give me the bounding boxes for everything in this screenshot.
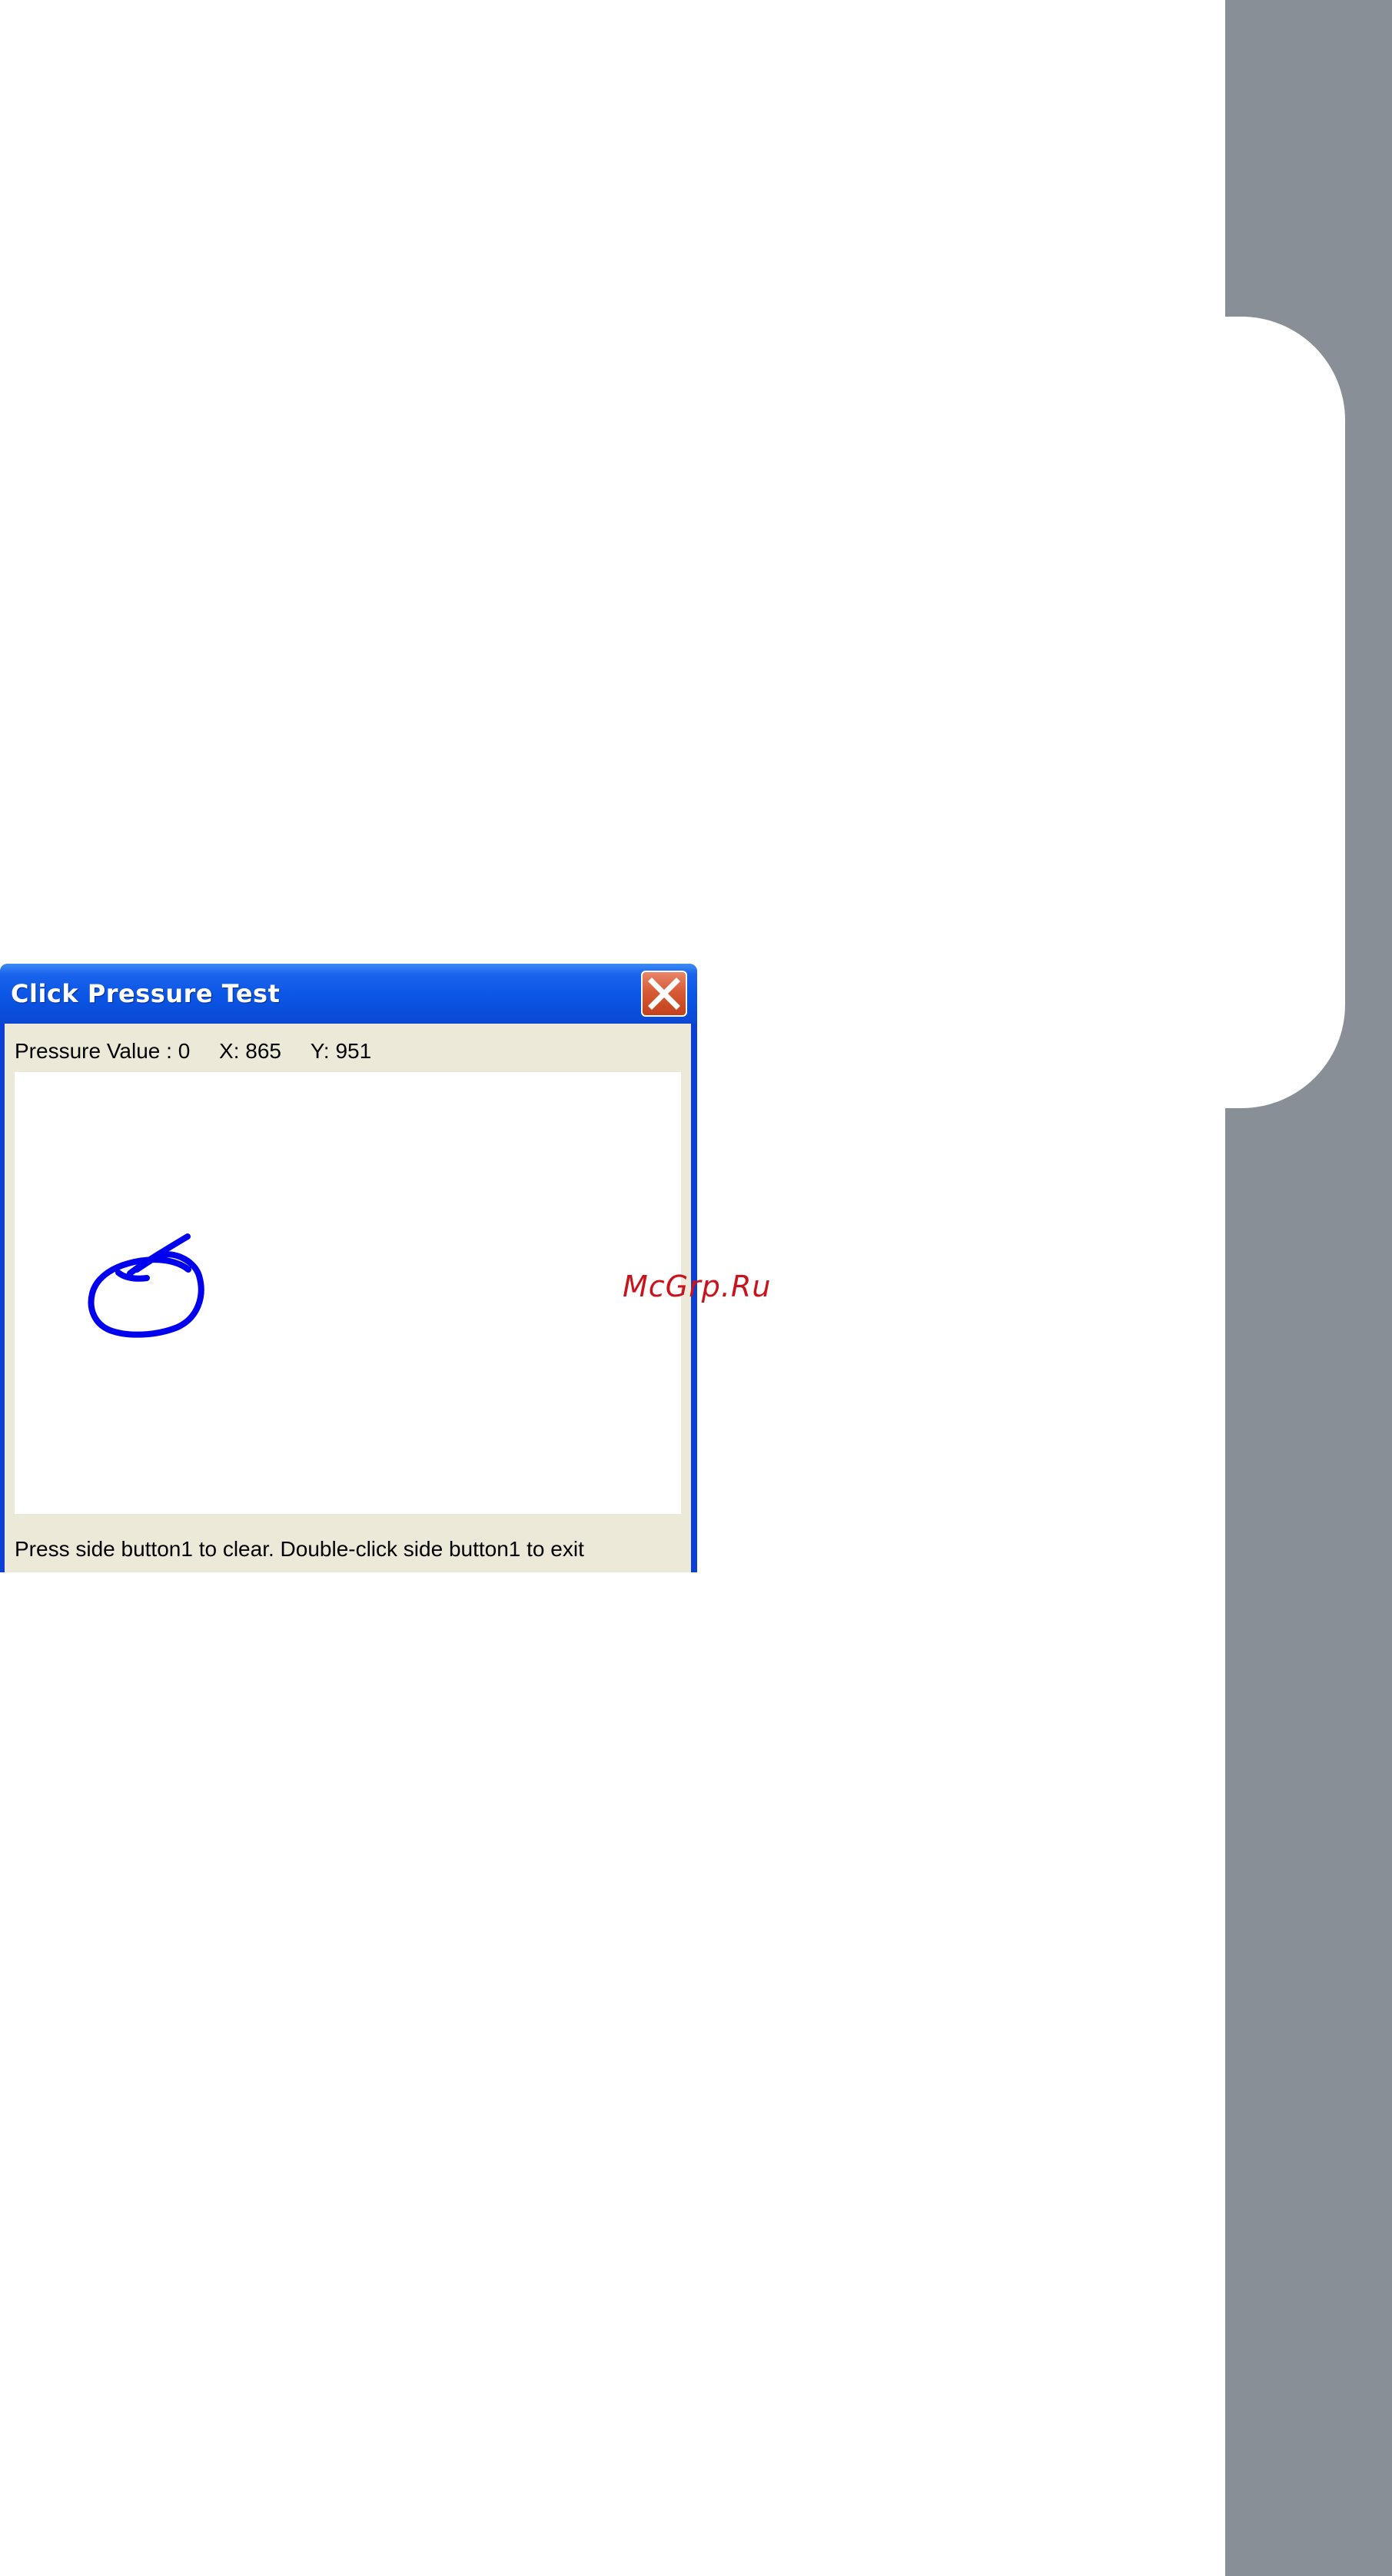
pressure-readout: Pressure Value : 0 X: 865 Y: 951 bbox=[15, 1039, 371, 1064]
click-pressure-test-dialog: Click Pressure Test Pressure Value : 0 X… bbox=[0, 964, 697, 1572]
x-coordinate-label: X: 865 bbox=[219, 1039, 281, 1063]
side-notch bbox=[1225, 317, 1345, 1108]
close-x-icon bbox=[648, 978, 680, 1010]
drawing-canvas[interactable] bbox=[15, 1072, 681, 1514]
y-coordinate-label: Y: 951 bbox=[310, 1039, 372, 1063]
close-button[interactable] bbox=[641, 971, 687, 1017]
watermark: McGrp.Ru bbox=[623, 1270, 772, 1303]
window-title: Click Pressure Test bbox=[11, 979, 281, 1008]
pen-stroke bbox=[88, 1233, 204, 1338]
instructions-text: Press side button1 to clear. Double-clic… bbox=[15, 1537, 584, 1561]
dialog-client-area: Pressure Value : 0 X: 865 Y: 951 Press s… bbox=[5, 1024, 691, 1572]
pen-stroke-drawing bbox=[88, 1233, 204, 1338]
pressure-value-label: Pressure Value : 0 bbox=[15, 1039, 191, 1063]
titlebar[interactable]: Click Pressure Test bbox=[0, 964, 697, 1024]
